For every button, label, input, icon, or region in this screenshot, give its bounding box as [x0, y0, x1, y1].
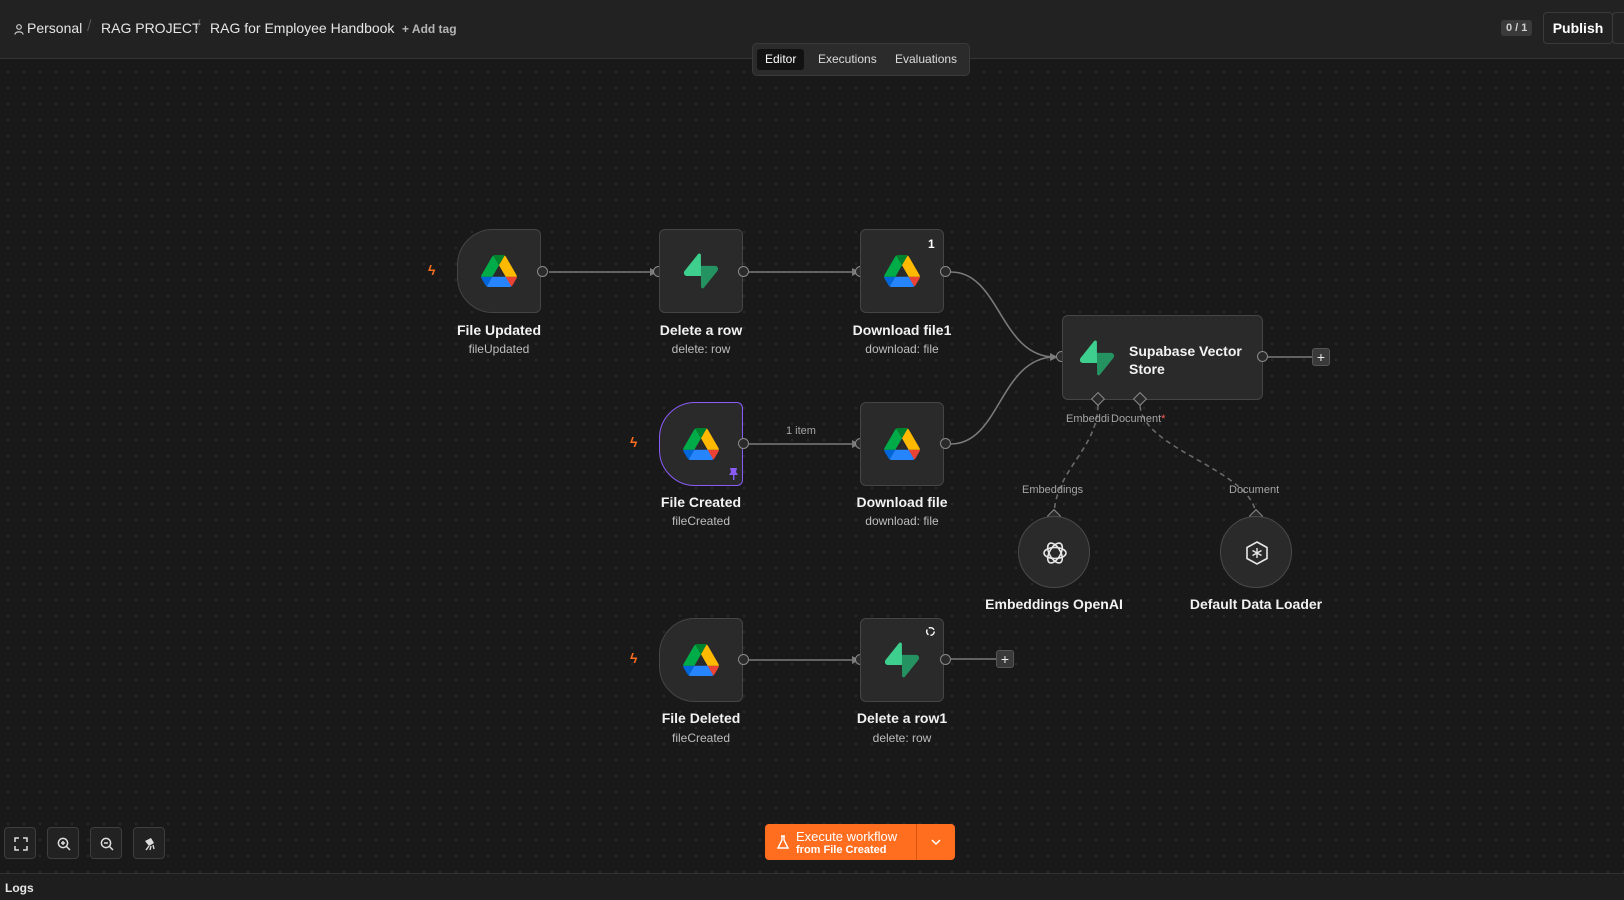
- node-title: File Updated: [456, 322, 541, 338]
- port-label-embeddings: Embeddi: [1066, 413, 1110, 425]
- node-subtitle: fileUpdated: [468, 342, 530, 356]
- pin-icon: [729, 468, 738, 480]
- publish-dropdown-button[interactable]: [1612, 12, 1624, 44]
- bolt-icon: ϟ: [630, 434, 638, 450]
- node-title: Supabase Vector Store: [1129, 343, 1242, 377]
- node-file-created[interactable]: [659, 402, 743, 486]
- node-subtitle: fileCreated: [671, 514, 731, 528]
- node-title: Default Data Loader: [1189, 596, 1323, 612]
- node-title: Delete a row1: [856, 710, 948, 726]
- zoom-in-button[interactable]: [47, 827, 79, 859]
- node-title: File Created: [660, 494, 742, 510]
- output-handle[interactable]: [537, 266, 548, 277]
- tab-editor[interactable]: Editor: [757, 49, 805, 70]
- node-download-file[interactable]: [860, 402, 944, 486]
- item-count-badge: 1: [928, 237, 935, 251]
- edge-downloadfile-supabase: [950, 356, 1056, 445]
- publish-button[interactable]: Publish: [1543, 12, 1613, 44]
- output-handle[interactable]: [940, 654, 951, 665]
- data-loader-icon: [1246, 541, 1268, 565]
- person-icon: [14, 24, 24, 35]
- execute-sublabel: from File Created: [796, 844, 887, 856]
- connection-label-document: Document: [1229, 484, 1280, 496]
- node-delete-a-row[interactable]: [659, 229, 743, 313]
- node-supabase-vector-store[interactable]: Supabase Vector Store: [1062, 315, 1263, 400]
- edge-item-count: 1 item: [786, 425, 816, 437]
- bolt-icon: ϟ: [428, 262, 436, 278]
- google-drive-icon: [884, 255, 920, 287]
- connection-label-embeddings: Embeddings: [1022, 484, 1084, 496]
- breadcrumb-separator: /: [87, 18, 92, 35]
- node-subtitle: download: file: [865, 514, 939, 528]
- node-embeddings-openai[interactable]: [1018, 516, 1090, 588]
- node-file-deleted[interactable]: [659, 618, 743, 702]
- workflow-connections: [549, 268, 1312, 664]
- flask-icon: [777, 835, 789, 849]
- refresh-icon: [926, 627, 935, 636]
- add-node-button[interactable]: +: [1312, 348, 1330, 366]
- output-handle[interactable]: [738, 654, 749, 665]
- logs-panel[interactable]: Logs: [0, 873, 1624, 900]
- bolt-icon: ϟ: [630, 650, 638, 666]
- output-handle[interactable]: [738, 266, 749, 277]
- output-handle[interactable]: [940, 438, 951, 449]
- google-drive-icon: [683, 644, 719, 676]
- breadcrumb-personal[interactable]: Personal: [27, 20, 82, 36]
- node-subtitle: fileCreated: [671, 731, 731, 745]
- zoom-in-icon: [57, 837, 71, 851]
- node-title: Delete a row: [659, 322, 743, 338]
- fit-view-icon: [14, 837, 28, 851]
- tidy-up-button[interactable]: [133, 827, 165, 859]
- port-label-document: Document*: [1111, 413, 1166, 425]
- node-default-data-loader[interactable]: [1220, 516, 1292, 588]
- node-download-file1[interactable]: 1: [860, 229, 944, 313]
- zoom-out-icon: [100, 837, 114, 851]
- output-handle[interactable]: [738, 438, 749, 449]
- breadcrumb-separator: /: [196, 18, 201, 35]
- node-title: File Deleted: [661, 710, 741, 726]
- node-subtitle: delete: row: [872, 731, 932, 745]
- google-drive-icon: [481, 255, 517, 287]
- tidy-icon: [145, 838, 155, 851]
- node-subtitle: download: file: [865, 342, 939, 356]
- node-file-updated[interactable]: [457, 229, 541, 313]
- supabase-icon: [885, 642, 919, 678]
- supabase-icon: [1080, 340, 1114, 376]
- chevron-down-icon[interactable]: [931, 838, 941, 846]
- output-handle[interactable]: [1257, 351, 1268, 362]
- breadcrumb-project[interactable]: RAG PROJECT: [101, 20, 201, 36]
- tab-executions[interactable]: Executions: [810, 49, 885, 70]
- node-delete-a-row1[interactable]: [860, 618, 944, 702]
- node-title: Embeddings OpenAI: [985, 596, 1123, 612]
- add-tag-button[interactable]: + Add tag: [402, 22, 457, 36]
- active-counter-badge: 0 / 1: [1501, 20, 1533, 36]
- output-handle[interactable]: [940, 266, 951, 277]
- node-subtitle: delete: row: [671, 342, 731, 356]
- logs-label: Logs: [5, 881, 34, 895]
- execute-label: Execute workflow: [796, 829, 898, 844]
- openai-icon: [1043, 542, 1067, 564]
- divider: [916, 824, 917, 860]
- tab-evaluations[interactable]: Evaluations: [887, 49, 965, 70]
- fit-view-button[interactable]: [4, 827, 36, 859]
- node-title: Download file: [856, 494, 948, 510]
- node-title: Download file1: [852, 322, 952, 338]
- execute-workflow-button[interactable]: Execute workflow from File Created: [765, 824, 955, 860]
- supabase-icon: [684, 253, 718, 289]
- google-drive-icon: [884, 428, 920, 460]
- google-drive-icon: [683, 428, 719, 460]
- workflow-name[interactable]: RAG for Employee Handbook: [210, 20, 394, 36]
- view-tabs: Editor Executions Evaluations: [752, 43, 970, 76]
- add-node-button[interactable]: +: [996, 650, 1014, 668]
- zoom-out-button[interactable]: [90, 827, 122, 859]
